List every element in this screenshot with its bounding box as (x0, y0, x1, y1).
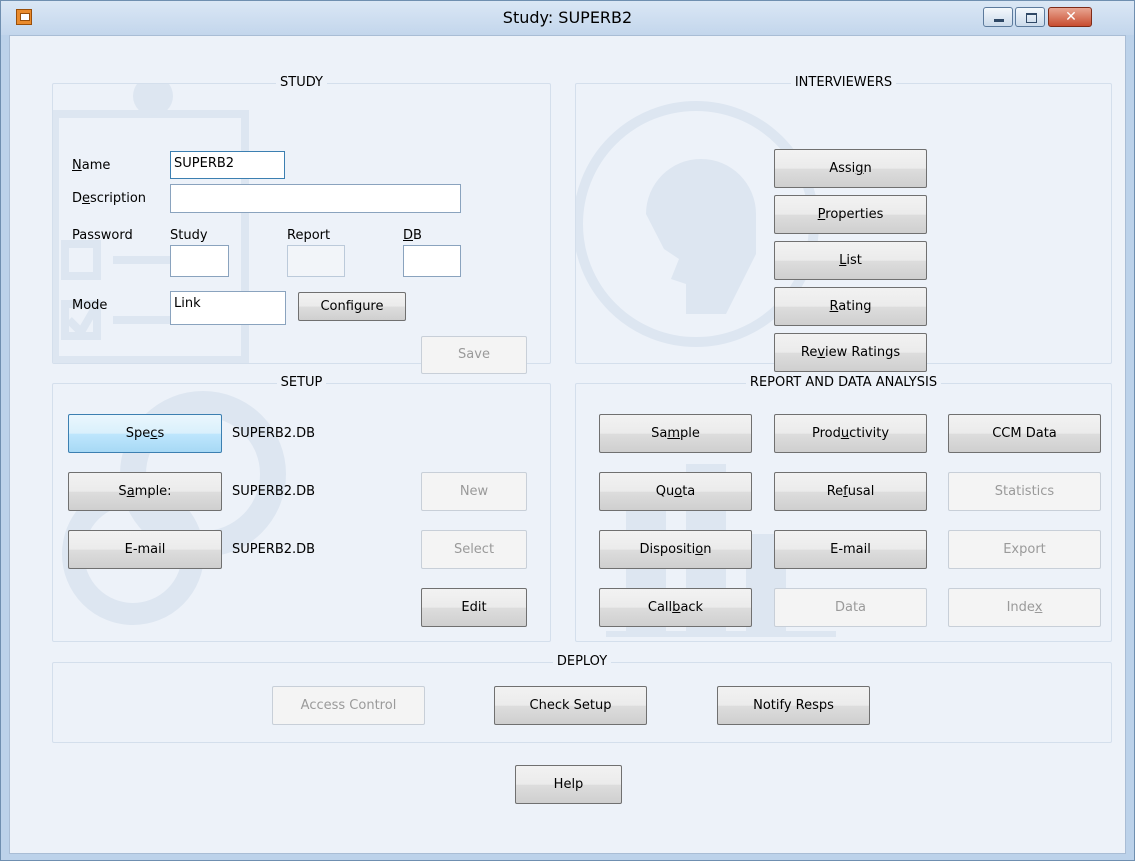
check-setup-button[interactable]: Check Setup (494, 686, 647, 725)
interviewers-group: INTERVIEWERS Assign Properties List Rati… (575, 75, 1112, 372)
setup-group: SETUP Specs SUPERB2.DB Sample: SUPERB2.D… (52, 375, 551, 642)
data-button[interactable]: Data (774, 588, 927, 627)
description-label: Description (72, 191, 147, 206)
study-window: Study: SUPERB2 ✕ STUDY Name SUPERB2 Desc… (0, 0, 1135, 861)
edit-button[interactable]: Edit (421, 588, 527, 627)
index-button[interactable]: Index (948, 588, 1101, 627)
sample-report-button[interactable]: Sample (599, 414, 752, 453)
notify-resps-button[interactable]: Notify Resps (717, 686, 870, 725)
deploy-group-title: DEPLOY (552, 654, 612, 669)
study-group-title: STUDY (276, 75, 327, 90)
setup-group-title: SETUP (276, 375, 327, 390)
configure-button[interactable]: Configure (298, 292, 406, 321)
deploy-group: DEPLOY Access Control Check Setup Notify… (52, 654, 1112, 743)
disposition-button[interactable]: Disposition (599, 530, 752, 569)
report-group: REPORT AND DATA ANALYSIS Sample Producti… (575, 375, 1112, 642)
minimize-icon (994, 19, 1004, 22)
description-field[interactable] (170, 184, 461, 213)
callback-button[interactable]: Callback (599, 588, 752, 627)
window-title: Study: SUPERB2 (502, 8, 633, 27)
review-ratings-button[interactable]: Review Ratings (774, 333, 927, 372)
name-label: Name (72, 158, 111, 173)
study-password-label: Study (170, 228, 208, 243)
maximize-icon (1026, 13, 1037, 23)
close-button[interactable]: ✕ (1048, 7, 1092, 27)
productivity-button[interactable]: Productivity (774, 414, 927, 453)
save-button[interactable]: Save (421, 336, 527, 374)
mode-label: Mode (72, 298, 108, 313)
statistics-button[interactable]: Statistics (948, 472, 1101, 511)
sample-setup-button[interactable]: Sample: (68, 472, 222, 511)
quota-button[interactable]: Quota (599, 472, 752, 511)
study-group: STUDY Name SUPERB2 Description Password … (52, 75, 551, 374)
db-password-label: DB (403, 228, 422, 243)
password-label: Password (72, 228, 133, 243)
minimize-button[interactable] (983, 7, 1013, 27)
report-group-title: REPORT AND DATA ANALYSIS (745, 375, 942, 390)
email-db-label: SUPERB2.DB (232, 542, 316, 557)
rating-button[interactable]: Rating (774, 287, 927, 326)
study-password-field[interactable] (170, 245, 229, 277)
specs-button[interactable]: Specs (68, 414, 222, 453)
name-field[interactable]: SUPERB2 (170, 151, 285, 179)
assign-button[interactable]: Assign (774, 149, 927, 188)
mode-field[interactable]: Link (170, 291, 286, 325)
export-button[interactable]: Export (948, 530, 1101, 569)
title-bar[interactable]: Study: SUPERB2 ✕ (1, 1, 1134, 35)
close-icon: ✕ (1065, 9, 1077, 25)
specs-db-label: SUPERB2.DB (232, 426, 316, 441)
help-button[interactable]: Help (515, 765, 622, 804)
select-button[interactable]: Select (421, 530, 527, 569)
maximize-button[interactable] (1015, 7, 1045, 27)
report-password-field[interactable] (287, 245, 345, 277)
interviewers-group-title: INTERVIEWERS (790, 75, 897, 90)
new-button[interactable]: New (421, 472, 527, 511)
email-report-button[interactable]: E-mail (774, 530, 927, 569)
email-setup-button[interactable]: E-mail (68, 530, 222, 569)
properties-button[interactable]: Properties (774, 195, 927, 234)
ccm-data-button[interactable]: CCM Data (948, 414, 1101, 453)
report-password-label: Report (287, 228, 331, 243)
refusal-button[interactable]: Refusal (774, 472, 927, 511)
db-password-field[interactable] (403, 245, 461, 277)
list-button[interactable]: List (774, 241, 927, 280)
access-control-button[interactable]: Access Control (272, 686, 425, 725)
client-area: STUDY Name SUPERB2 Description Password … (9, 35, 1126, 854)
sample-db-label: SUPERB2.DB (232, 484, 316, 499)
checklist-watermark-icon (53, 84, 249, 363)
